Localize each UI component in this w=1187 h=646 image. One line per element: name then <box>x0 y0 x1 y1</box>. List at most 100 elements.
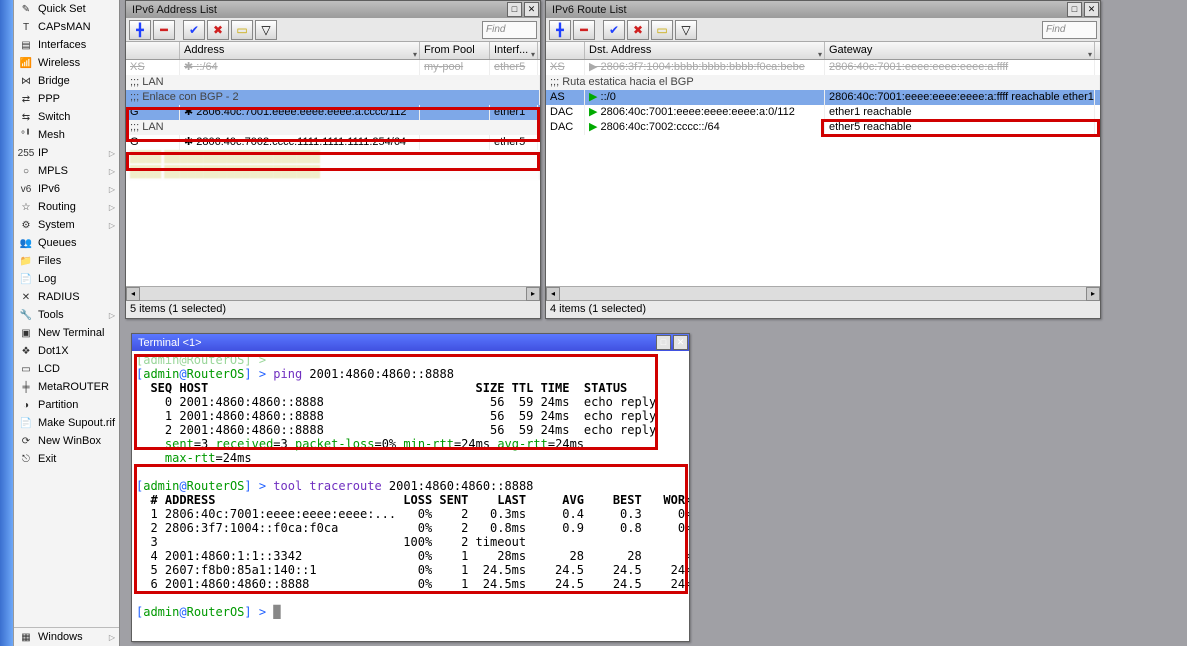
sidebar-item-ip[interactable]: 255IP▷ <box>14 144 119 162</box>
remove-button[interactable]: ━ <box>153 20 175 40</box>
sidebar-item-label: Mesh <box>38 129 65 141</box>
close-button[interactable]: ✕ <box>1084 2 1099 17</box>
sidebar-item-mesh[interactable]: °╹Mesh <box>14 126 119 144</box>
sidebar-item-label: Queues <box>38 237 77 249</box>
menu-icon: ⎋ <box>18 451 34 467</box>
disable-button[interactable]: ✖ <box>207 20 229 40</box>
add-button[interactable]: ╋ <box>129 20 151 40</box>
sidebar-item-make-supout-rif[interactable]: 📄Make Supout.rif <box>14 414 119 432</box>
sidebar-item-interfaces[interactable]: ▤Interfaces <box>14 36 119 54</box>
sidebar-item-lcd[interactable]: ▭LCD <box>14 360 119 378</box>
table-row[interactable]: XS✱ ::/64my-poolether5 <box>126 60 540 75</box>
close-button[interactable]: ✕ <box>524 2 539 17</box>
add-button[interactable]: ╋ <box>549 20 571 40</box>
addr-titlebar[interactable]: IPv6 Address List □ ✕ <box>126 1 540 18</box>
sidebar-item-windows[interactable]: ▦Windows▷ <box>14 628 119 646</box>
filter-button[interactable]: ▽ <box>675 20 697 40</box>
sidebar-item-exit[interactable]: ⎋Exit <box>14 450 119 468</box>
addr-col-intf[interactable]: Interf...▾ <box>490 42 538 59</box>
addr-col-flag[interactable] <box>126 42 180 59</box>
route-col-flag[interactable] <box>546 42 585 59</box>
sidebar-item-log[interactable]: 📄 Log <box>14 270 119 288</box>
comment-button[interactable]: ▭ <box>651 20 673 40</box>
sidebar-item-system[interactable]: ⚙System▷ <box>14 216 119 234</box>
maximize-button[interactable]: □ <box>656 335 671 350</box>
terminal-body[interactable]: [admin@RouterOS] > [admin@RouterOS] > pi… <box>132 351 689 641</box>
addr-status: 5 items (1 selected) <box>126 300 540 318</box>
sidebar-item-label: IP <box>38 147 48 159</box>
table-row[interactable]: DAC▶ 2806:40c:7001:eeee:eeee:eeee:a:0/11… <box>546 105 1100 120</box>
scroll-left-button[interactable]: ◂ <box>546 287 560 301</box>
close-button[interactable]: ✕ <box>673 335 688 350</box>
route-titlebar[interactable]: IPv6 Route List □ ✕ <box>546 1 1100 18</box>
addr-grid-body[interactable]: XS✱ ::/64my-poolether5;;; LAN;;; Enlace … <box>126 60 540 286</box>
scroll-right-button[interactable]: ▸ <box>526 287 540 301</box>
menu-icon: ▭ <box>18 361 34 377</box>
sidebar-item-new-terminal[interactable]: ▣New Terminal <box>14 324 119 342</box>
remove-button[interactable]: ━ <box>573 20 595 40</box>
maximize-button[interactable]: □ <box>507 2 522 17</box>
menu-icon: ╪ <box>18 379 34 395</box>
blurred-row: ████ ████████████████████ <box>126 150 540 165</box>
addr-hscroll[interactable]: ◂▸ <box>126 286 540 300</box>
table-row[interactable]: DAC▶ 2806:40c:7002:cccc::/64ether5 reach… <box>546 120 1100 135</box>
sidebar-item-ipv6[interactable]: v6IPv6▷ <box>14 180 119 198</box>
table-row[interactable]: ;;; LAN <box>126 75 540 90</box>
sidebar-item-routing[interactable]: ☆Routing▷ <box>14 198 119 216</box>
sidebar-item-bridge[interactable]: ⋈Bridge <box>14 72 119 90</box>
sidebar-item-mpls[interactable]: ○MPLS▷ <box>14 162 119 180</box>
sidebar-item-capsman[interactable]: TCAPsMAN <box>14 18 119 36</box>
route-hscroll[interactable]: ◂▸ <box>546 286 1100 300</box>
sidebar-title-strip: RouterOS WinBox <box>0 0 14 646</box>
sidebar-item-label: Partition <box>38 399 78 411</box>
sidebar-item-dot1x[interactable]: ❖Dot1X <box>14 342 119 360</box>
sidebar-item-new-winbox[interactable]: ⟳New WinBox <box>14 432 119 450</box>
disable-button[interactable]: ✖ <box>627 20 649 40</box>
route-col-gw[interactable]: Gateway▾ <box>825 42 1095 59</box>
sidebar-item-partition[interactable]: ◑ Partition <box>14 396 119 414</box>
sidebar-item-ppp[interactable]: ⇄PPP <box>14 90 119 108</box>
term-titlebar[interactable]: Terminal <1> □ ✕ <box>132 334 689 351</box>
menu-icon: ◑ <box>18 397 34 413</box>
menu-icon: 📁 <box>18 253 34 269</box>
addr-col-pool[interactable]: From Pool <box>420 42 490 59</box>
sidebar-item-metarouter[interactable]: ╪MetaROUTER <box>14 378 119 396</box>
scroll-right-button[interactable]: ▸ <box>1086 287 1100 301</box>
comment-button[interactable]: ▭ <box>231 20 253 40</box>
maximize-button[interactable]: □ <box>1067 2 1082 17</box>
sidebar-item-label: CAPsMAN <box>38 21 91 33</box>
sidebar-item-label: System <box>38 219 75 231</box>
table-row[interactable]: ;;; LAN <box>126 120 540 135</box>
sidebar-item-label: Log <box>38 273 56 285</box>
sidebar-item-label: Bridge <box>38 75 70 87</box>
sidebar-item-tools[interactable]: 🔧Tools▷ <box>14 306 119 324</box>
sidebar-item-files[interactable]: 📁Files <box>14 252 119 270</box>
menu-icon: 📄 <box>18 271 34 287</box>
route-toolbar: ╋ ━ ✔ ✖ ▭ ▽ Find <box>546 18 1100 42</box>
sidebar-item-radius[interactable]: ✕RADIUS <box>14 288 119 306</box>
filter-button[interactable]: ▽ <box>255 20 277 40</box>
enable-button[interactable]: ✔ <box>183 20 205 40</box>
route-col-dst[interactable]: Dst. Address▾ <box>585 42 825 59</box>
menu-icon: ✕ <box>18 289 34 305</box>
scroll-left-button[interactable]: ◂ <box>126 287 140 301</box>
table-row[interactable]: AS▶ ::/02806:40c:7001:eeee:eeee:eeee:a:f… <box>546 90 1100 105</box>
enable-button[interactable]: ✔ <box>603 20 625 40</box>
table-row[interactable]: G✱ 2806:40c:7002:cccc:1111:1111:1111:254… <box>126 135 540 150</box>
sidebar-item-label: New Terminal <box>38 327 104 339</box>
table-row[interactable]: ;;; Enlace con BGP - 2 <box>126 90 540 105</box>
menu-icon: 👥 <box>18 235 34 251</box>
sidebar-item-wireless[interactable]: 📶Wireless <box>14 54 119 72</box>
sidebar-item-queues[interactable]: 👥 Queues <box>14 234 119 252</box>
table-row[interactable]: XS▶ 2806:3f7:1004:bbbb:bbbb:bbbb:f0ca:be… <box>546 60 1100 75</box>
table-row[interactable]: G✱ 2806:40c:7001:eeee:eeee:eeee:a:cccc/1… <box>126 105 540 120</box>
sidebar-item-label: IPv6 <box>38 183 60 195</box>
sidebar-item-quick-set[interactable]: ✎Quick Set <box>14 0 119 18</box>
sidebar-item-switch[interactable]: ⇆Switch <box>14 108 119 126</box>
find-input[interactable]: Find <box>482 21 537 39</box>
menu-icon: v6 <box>18 181 34 197</box>
table-row[interactable]: ;;; Ruta estatica hacia el BGP <box>546 75 1100 90</box>
addr-col-address[interactable]: Address▾ <box>180 42 420 59</box>
find-input[interactable]: Find <box>1042 21 1097 39</box>
route-grid-body[interactable]: XS▶ 2806:3f7:1004:bbbb:bbbb:bbbb:f0ca:be… <box>546 60 1100 286</box>
